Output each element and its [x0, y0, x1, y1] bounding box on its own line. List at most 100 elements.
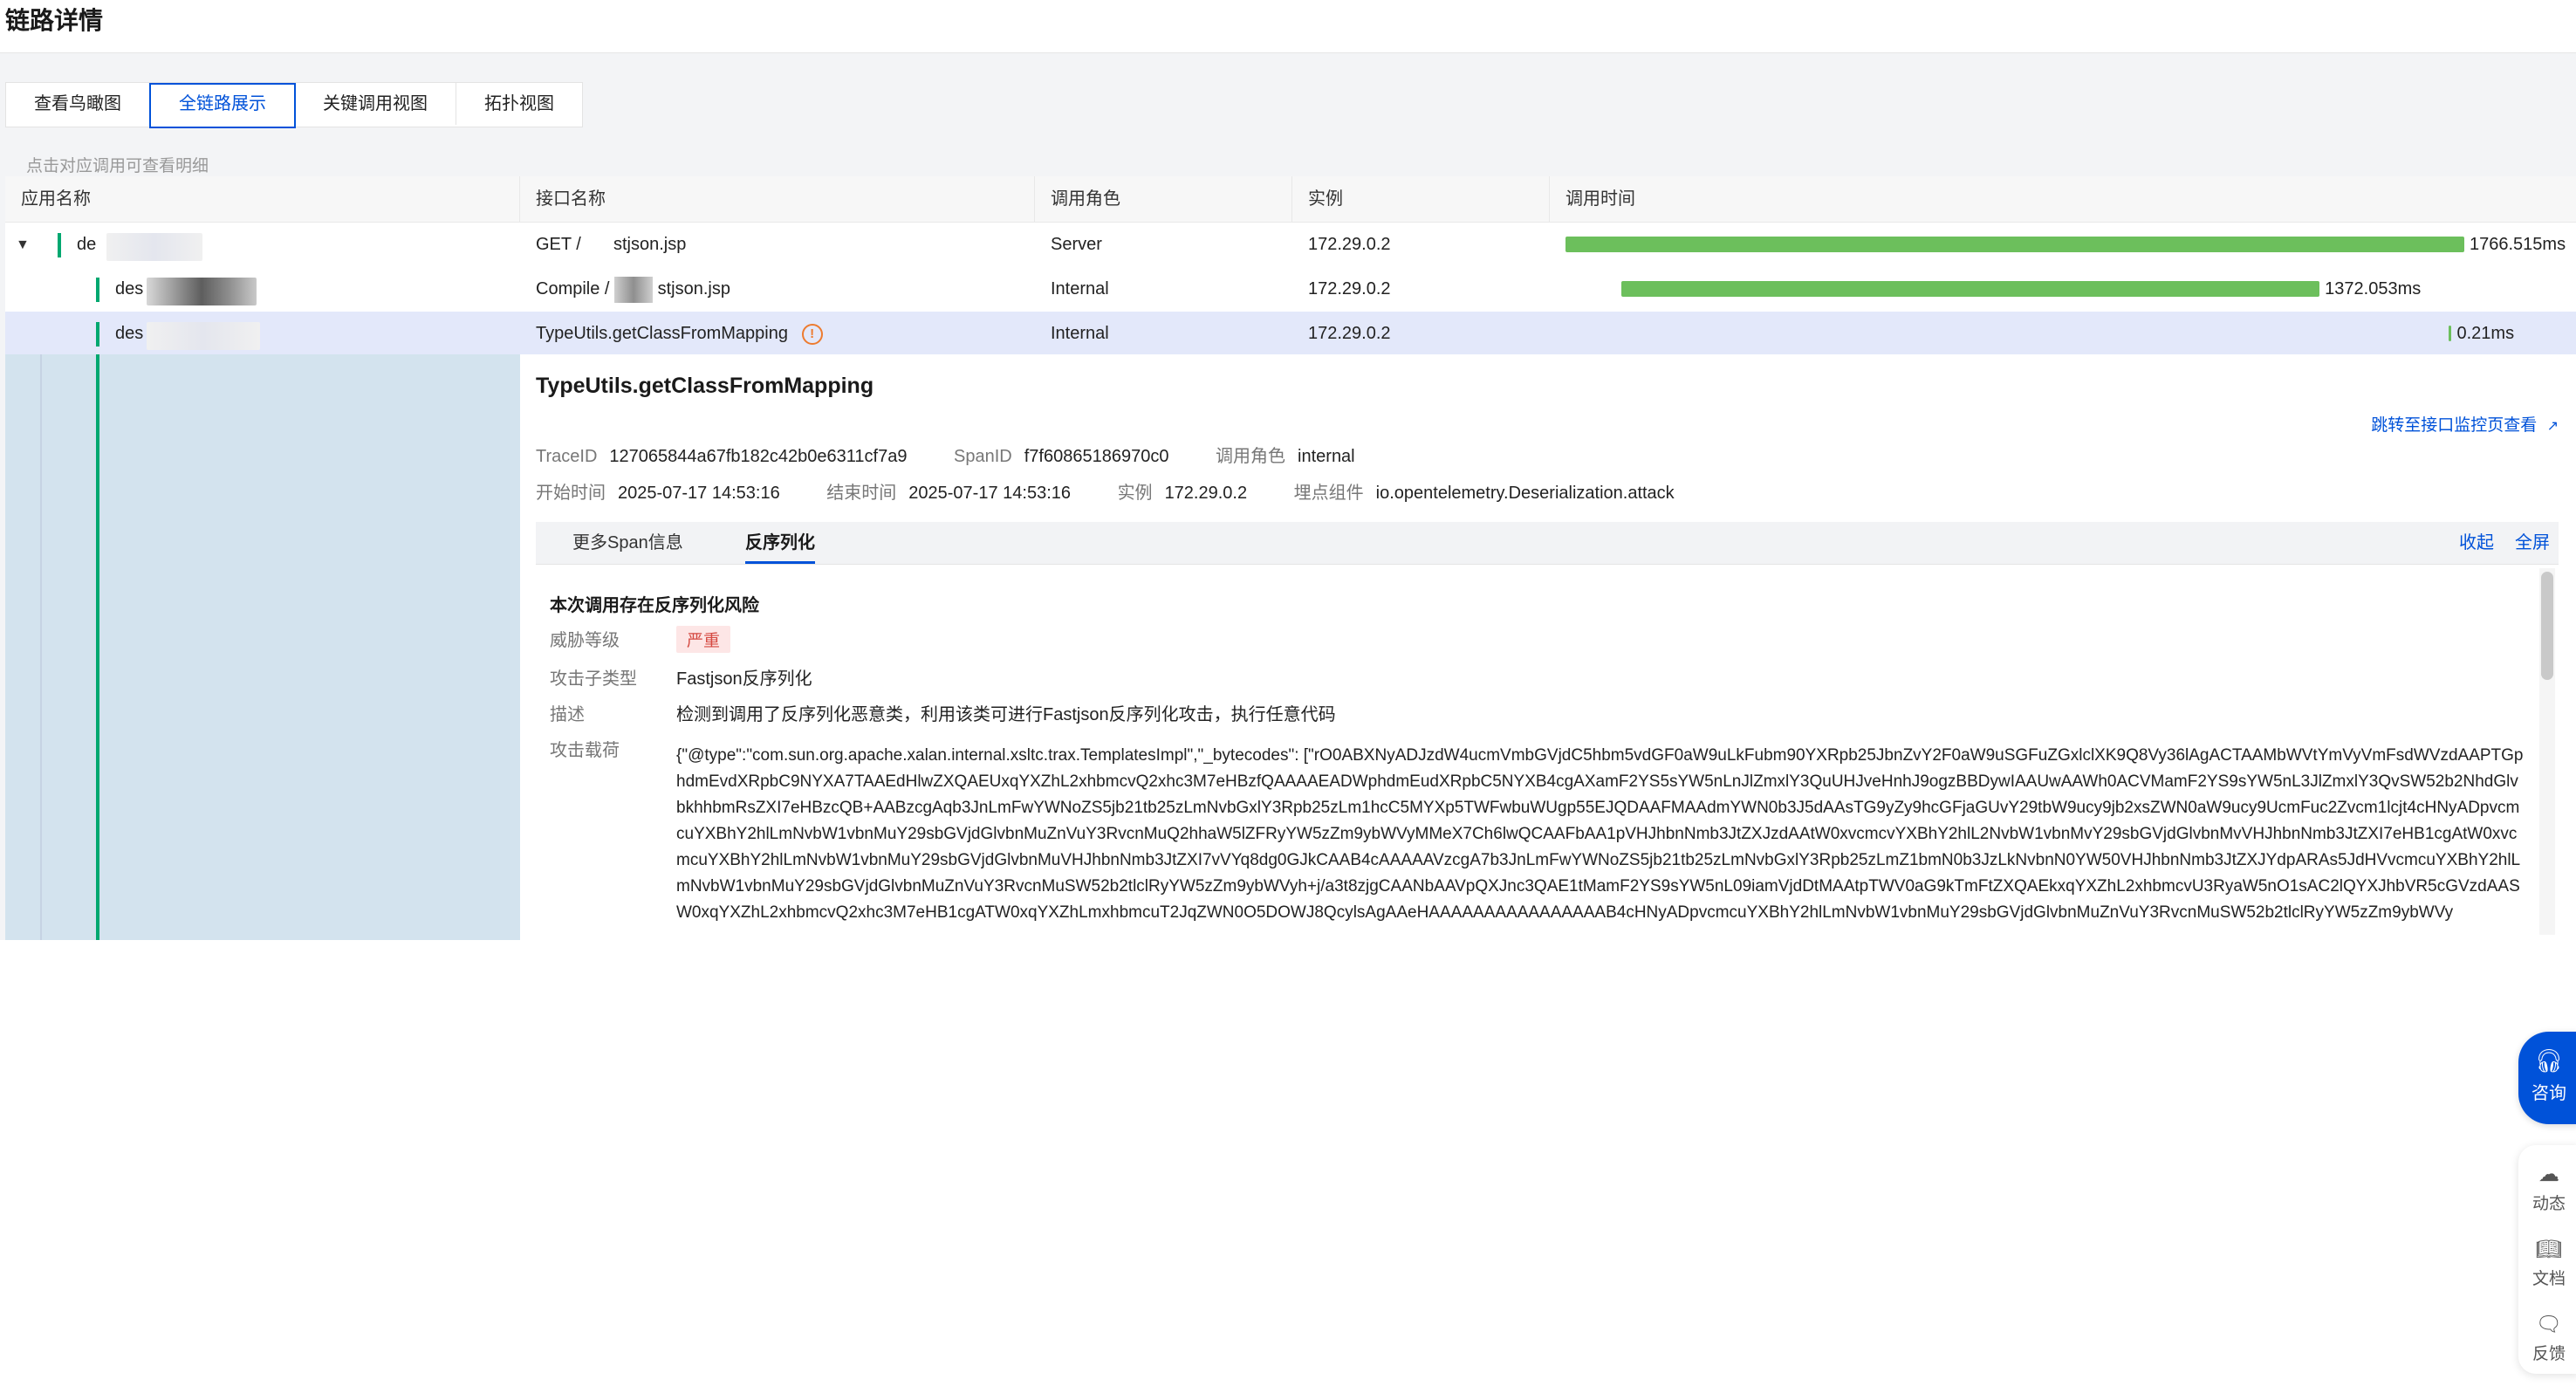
instance-cell: 172.29.0.2: [1308, 324, 1391, 343]
api-name-suffix: stjson.jsp: [613, 235, 687, 254]
instance-label: 实例: [1117, 484, 1153, 503]
header-instance: 实例: [1292, 176, 1550, 222]
table-row[interactable]: des Compile / stjson.jsp Internal 172.29…: [5, 267, 2576, 312]
trace-id-label: TraceID: [536, 447, 598, 466]
docs-label: 文档: [2531, 1270, 2566, 1288]
api-name-suffix: stjson.jsp: [657, 279, 730, 299]
attack-subtype-row: 攻击子类型 Fastjson反序列化: [550, 664, 812, 690]
meta-line-1: TraceID 127065844a67fb182c42b0e6311cf7a9 …: [536, 442, 1397, 467]
redacted-app-name: [147, 278, 257, 305]
payload-row: 攻击载荷: [550, 736, 676, 761]
attack-subtype-label: 攻击子类型: [550, 669, 637, 689]
instance-cell: 172.29.0.2: [1308, 235, 1391, 254]
header-app-name: 应用名称: [5, 176, 520, 222]
headset-icon: 🎧︎: [2534, 1047, 2564, 1074]
tab-full-trace[interactable]: 全链路展示: [149, 83, 296, 128]
cloud-icon: ☁︎: [2538, 1163, 2559, 1186]
timeline-cell: 0.21ms: [1550, 312, 2576, 356]
consult-label: 咨询: [2531, 1084, 2566, 1103]
tree-guide-line: [40, 354, 42, 940]
warning-icon[interactable]: !: [801, 323, 823, 345]
duration-label: 1766.515ms: [2470, 235, 2566, 254]
subtab-deserialization[interactable]: 反序列化: [745, 522, 815, 564]
content-scrollbar[interactable]: [2539, 568, 2555, 935]
end-time-label: 结束时间: [826, 484, 897, 503]
api-name: Compile /: [536, 279, 610, 299]
span-id-label: SpanID: [954, 447, 1012, 466]
span-color-bar: [96, 322, 99, 347]
jump-to-api-monitor-link[interactable]: 跳转至接口监控页查看 ↗: [2371, 412, 2559, 436]
consult-button[interactable]: 🎧︎ 咨询: [2518, 1032, 2576, 1124]
api-cell: GET / stjson.jsp: [520, 223, 1035, 267]
component-value: io.opentelemetry.Deserialization.attack: [1375, 484, 1675, 503]
start-time-value: 2025-07-17 14:53:16: [618, 484, 780, 503]
component-label: 埋点组件: [1293, 484, 1364, 503]
role-cell: Internal: [1051, 324, 1109, 343]
severity-badge: 严重: [676, 626, 731, 653]
fullscreen-button[interactable]: 全屏: [2515, 522, 2550, 564]
docs-button[interactable]: 📖︎ 文档: [2518, 1238, 2576, 1289]
attack-subtype-value: Fastjson反序列化: [676, 669, 812, 689]
app-cell: ▼ de: [5, 223, 520, 267]
duration-label: 1372.053ms: [2325, 279, 2422, 299]
role-cell: Internal: [1051, 279, 1109, 299]
side-toolbar: ☁︎ 动态 📖︎ 文档 🗨︎ 反馈: [2518, 1145, 2576, 1374]
collapse-button[interactable]: 收起: [2459, 522, 2494, 564]
tab-topology-view[interactable]: 拓扑视图: [456, 83, 582, 125]
header-call-time: 调用时间: [1565, 189, 1635, 209]
feedback-icon: 🗨︎: [2535, 1313, 2563, 1336]
threat-level-row: 威胁等级 严重: [550, 626, 731, 653]
trace-id-value: 127065844a67fb182c42b0e6311cf7a9: [609, 447, 908, 466]
timeline-cell: 1372.053ms: [1550, 267, 2576, 312]
api-cell: Compile / stjson.jsp: [520, 267, 1035, 312]
duration-label: 0.21ms: [2456, 324, 2515, 343]
meta-line-2: 开始时间 2025-07-17 14:53:16 结束时间 2025-07-17 1…: [536, 478, 1716, 504]
app-name: de: [77, 235, 97, 254]
threat-level-label: 威胁等级: [550, 631, 620, 650]
external-link-icon: ↗: [2546, 419, 2559, 434]
click-hint: 点击对应调用可查看明细: [26, 157, 209, 175]
feedback-button[interactable]: 🗨︎ 反馈: [2518, 1313, 2576, 1364]
end-time-value: 2025-07-17 14:53:16: [908, 484, 1071, 503]
instance-value: 172.29.0.2: [1164, 484, 1248, 503]
instance-cell: 172.29.0.2: [1308, 279, 1391, 299]
dynamic-label: 动态: [2531, 1195, 2566, 1213]
span-guide-line: [96, 354, 99, 940]
table-row-selected[interactable]: des TypeUtils.getClassFromMapping ! Inte…: [5, 312, 2576, 357]
app-cell: des: [5, 312, 520, 356]
api-name: TypeUtils.getClassFromMapping: [536, 324, 788, 343]
header-api-name: 接口名称: [520, 176, 1035, 222]
description-label: 描述: [550, 705, 585, 724]
table-row[interactable]: ▼ de GET / stjson.jsp Server 172.29.0.2 …: [5, 223, 2576, 268]
role-value: internal: [1298, 447, 1355, 466]
description-value: 检测到调用了反序列化恶意类，利用该类可进行Fastjson反序列化攻击，执行任意…: [676, 705, 1336, 724]
timeline-cell: 1766.515ms: [1550, 223, 2576, 267]
payload-label: 攻击载荷: [550, 741, 620, 760]
duration-bar: [1565, 237, 2464, 252]
view-tabs: 查看鸟瞰图 全链路展示 关键调用视图 拓扑视图: [5, 82, 583, 128]
table-header: 应用名称 接口名称 调用角色 实例 调用时间: [5, 176, 2576, 223]
page-title: 链路详情: [5, 7, 104, 34]
risk-title: 本次调用存在反序列化风险: [550, 596, 759, 615]
deserialization-content: 本次调用存在反序列化风险 威胁等级 严重 攻击子类型 Fastjson反序列化 描述…: [536, 565, 2559, 940]
tab-birds-eye-view[interactable]: 查看鸟瞰图: [6, 83, 150, 125]
header-role: 调用角色: [1035, 176, 1292, 222]
redacted-app-name: [147, 322, 260, 350]
subtab-more-span-info[interactable]: 更多Span信息: [572, 522, 683, 564]
span-id-value: f7f60865186970c0: [1024, 447, 1169, 466]
api-name: GET /: [536, 235, 581, 254]
app-name: des: [115, 324, 144, 343]
app-cell: des: [5, 267, 520, 312]
redacted-segment: [614, 276, 654, 303]
redacted-app-name: [106, 233, 202, 261]
book-icon: 📖︎: [2535, 1238, 2563, 1261]
detail-title: TypeUtils.getClassFromMapping: [536, 374, 874, 398]
span-detail-panel: TypeUtils.getClassFromMapping 跳转至接口监控页查看…: [520, 354, 2576, 940]
attack-payload-text: {"@type":"com.sun.org.apache.xalan.inter…: [676, 746, 2524, 922]
detail-subtabs: 更多Span信息 反序列化 收起 全屏: [536, 522, 2559, 565]
dynamic-button[interactable]: ☁︎ 动态: [2518, 1163, 2576, 1214]
scrollbar-thumb[interactable]: [2541, 572, 2553, 680]
collapse-caret-icon[interactable]: ▼: [16, 223, 30, 267]
jump-link-label: 跳转至接口监控页查看: [2371, 416, 2538, 435]
tab-key-call-view[interactable]: 关键调用视图: [295, 83, 456, 125]
